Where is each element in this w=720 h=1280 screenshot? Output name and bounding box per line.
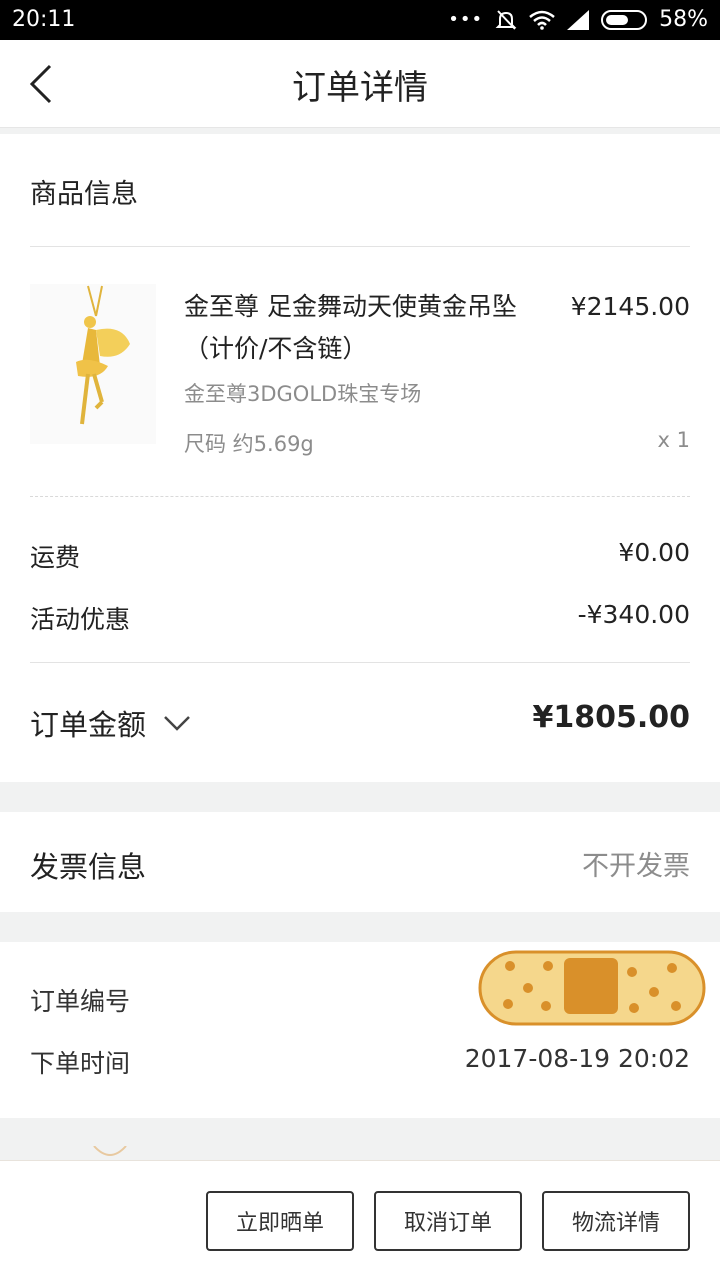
- invoice-value: 不开发票: [582, 851, 690, 882]
- page-title: 订单详情: [292, 68, 428, 108]
- share-order-button[interactable]: 立即晒单: [206, 1191, 354, 1251]
- order-summary-card: 商品信息 金至尊 足金舞动天使黄金吊坠（计价/不含链） ¥2145.00 金至尊…: [0, 134, 720, 782]
- order-time-value: 2017-08-19 20:02: [464, 1044, 690, 1073]
- order-total-toggle[interactable]: 订单金额: [30, 702, 192, 744]
- shipping-value: ¥0.00: [618, 538, 690, 567]
- cancel-order-button[interactable]: 取消订单: [374, 1191, 522, 1251]
- discount-label: 活动优惠: [30, 605, 131, 634]
- chevron-down-icon: [164, 716, 190, 731]
- silent-bell-icon: [495, 9, 517, 30]
- discount-value: -¥340.00: [577, 600, 690, 629]
- product-shop[interactable]: 金至尊3DGOLD珠宝专场: [184, 378, 421, 408]
- more-notifications-icon: •••: [448, 9, 484, 30]
- invoice-card[interactable]: 发票信息 不开发票: [0, 812, 720, 912]
- invoice-label: 发票信息: [30, 850, 147, 884]
- product-thumbnail[interactable]: [30, 284, 156, 444]
- shipping-label: 运费: [30, 543, 81, 572]
- battery-level: 58%: [659, 7, 708, 32]
- nav-bar: 订单详情: [0, 40, 720, 128]
- status-time: 20:11: [12, 7, 76, 32]
- order-number-label: 订单编号: [30, 987, 131, 1016]
- product-name[interactable]: 金至尊 足金舞动天使黄金吊坠（计价/不含链）: [184, 286, 564, 370]
- order-total-label: 订单金额: [30, 708, 147, 742]
- divider: [30, 246, 690, 247]
- divider: [30, 662, 690, 663]
- signal-icon: [567, 9, 590, 30]
- battery-icon: [601, 9, 648, 30]
- wifi-icon: [529, 10, 555, 30]
- bandage-sticker: [478, 950, 706, 1026]
- product-quantity: x 1: [657, 428, 690, 452]
- product-price: ¥2145.00: [570, 292, 690, 321]
- dashed-divider: [30, 496, 690, 497]
- product-spec: 尺码 约5.69g: [184, 432, 314, 456]
- floating-button-edge: [93, 1146, 127, 1156]
- status-icons: ••• 58%: [448, 7, 708, 32]
- status-bar: 20:11 ••• 58%: [0, 0, 720, 40]
- bottom-action-bar: 立即晒单 取消订单 物流详情: [0, 1160, 720, 1280]
- product-section-title: 商品信息: [30, 179, 138, 210]
- logistics-details-button[interactable]: 物流详情: [542, 1191, 690, 1251]
- order-total-value: ¥1805.00: [532, 700, 690, 735]
- order-time-label: 下单时间: [30, 1049, 131, 1078]
